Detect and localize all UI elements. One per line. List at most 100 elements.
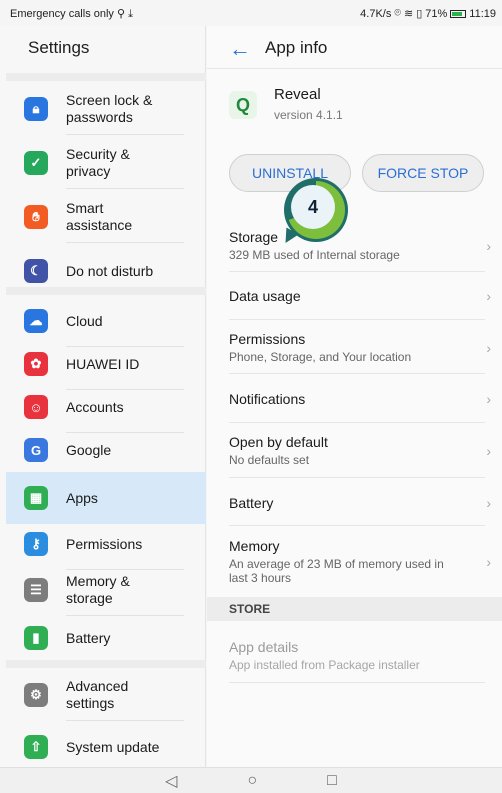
row-subtitle: An average of 23 MB of memory used in la… <box>229 557 444 585</box>
menu-item-label: Smart assistance <box>66 200 133 233</box>
row-subtitle: 329 MB used of Internal storage <box>229 248 400 262</box>
menu-item-label: Permissions <box>66 535 143 552</box>
download-icon: ⤓ <box>128 8 133 20</box>
settings-item-google[interactable]: G Google <box>6 424 206 476</box>
gear-icon: ⚙ <box>24 683 48 707</box>
chevron-right-icon: › <box>486 339 491 356</box>
settings-item-battery[interactable]: ▮ Battery <box>6 612 206 664</box>
notifications-row[interactable]: Notifications › <box>229 391 491 407</box>
data-usage-row[interactable]: Data usage › <box>229 288 491 304</box>
shield-icon: ✓ <box>24 151 48 175</box>
group-divider <box>6 287 206 295</box>
settings-item-memory-storage[interactable]: ☰ Memory & storage <box>6 564 206 616</box>
lock-icon: 🔒︎ <box>24 97 48 121</box>
battery-row[interactable]: Battery › <box>229 495 491 511</box>
chevron-right-icon: › <box>486 553 491 570</box>
menu-item-label: Battery <box>66 629 111 646</box>
menu-item-label: Memory & storage <box>66 573 130 606</box>
row-title: Battery <box>229 495 274 511</box>
home-nav-icon[interactable]: ○ <box>247 772 257 790</box>
force-stop-button[interactable]: FORCE STOP <box>362 154 484 192</box>
hand-icon: ✋︎ <box>24 205 48 229</box>
row-divider <box>229 319 485 320</box>
row-divider <box>229 525 485 526</box>
row-title: Notifications <box>229 391 306 407</box>
menu-item-label: Apps <box>66 489 98 506</box>
settings-item-smart-assistance[interactable]: ✋︎ Smart assistance <box>6 191 206 243</box>
back-arrow-icon[interactable]: ← <box>229 36 251 62</box>
menu-item-label: System update <box>66 738 160 755</box>
location-icon: ⌾ <box>394 7 401 19</box>
settings-title: Settings <box>28 38 90 57</box>
settings-item-permissions[interactable]: ⚷ Permissions <box>6 518 206 570</box>
app-name: Reveal <box>274 86 321 103</box>
open-by-default-row[interactable]: Open by default No defaults set › <box>229 434 491 467</box>
chevron-right-icon: › <box>486 237 491 254</box>
status-left: Emergency calls only ⚲ ⤓ <box>10 7 133 21</box>
usb-icon: ⚲ <box>117 8 129 20</box>
storage-icon: ☰ <box>24 578 48 602</box>
apps-icon: ▦ <box>24 486 48 510</box>
battery-icon <box>450 9 467 18</box>
row-divider <box>229 373 485 374</box>
menu-item-label: Do not disturb <box>66 262 154 279</box>
battery-percent: 71% <box>425 7 448 20</box>
menu-item-label: Google <box>66 441 112 458</box>
row-title: Storage <box>229 229 279 245</box>
menu-item-label: Advanced settings <box>66 678 129 711</box>
menu-divider <box>66 188 184 189</box>
recents-nav-icon[interactable]: □ <box>327 772 337 790</box>
menu-item-label: Cloud <box>66 312 103 329</box>
settings-item-apps[interactable]: ▦ Apps <box>6 472 206 524</box>
account-icon: ☺ <box>24 395 48 419</box>
back-nav-icon[interactable]: ◁ <box>165 771 177 791</box>
settings-item-system-update[interactable]: ⇧ System update <box>6 721 206 773</box>
memory-row[interactable]: Memory An average of 23 MB of memory use… <box>229 538 491 585</box>
status-right: 4.7K/s ⌾ ≋ ▯ 71% 11:19 <box>360 7 496 20</box>
battery-icon: ▮ <box>24 626 48 650</box>
reveal-app-icon: Q <box>229 91 257 119</box>
row-divider <box>229 422 485 423</box>
permissions-row[interactable]: Permissions Phone, Storage, and Your loc… <box>229 331 491 364</box>
emergency-text: Emergency calls only <box>10 8 114 20</box>
row-subtitle: No defaults set <box>229 453 310 467</box>
row-title: Data usage <box>229 288 301 304</box>
menu-divider <box>66 242 184 243</box>
sim-icon: ▯ <box>416 8 423 20</box>
clock: 11:19 <box>469 7 496 20</box>
chevron-right-icon: › <box>486 442 491 459</box>
huawei-icon: ✿ <box>24 352 48 376</box>
row-subtitle: App installed from Package installer <box>229 658 420 672</box>
settings-pane: Settings 🔒︎ Screen lock & passwords ✓ Se… <box>0 26 206 767</box>
app-info-pane: ← App info Q Reveal version 4.1.1 UNINST… <box>207 26 502 767</box>
store-section-header: STORE <box>207 597 502 621</box>
menu-item-label: HUAWEI ID <box>66 355 140 372</box>
chevron-right-icon: › <box>486 495 491 511</box>
wifi-icon: ≋ <box>403 8 414 20</box>
settings-item-security[interactable]: ✓ Security & privacy <box>6 137 206 189</box>
step-number: 4 <box>291 185 335 229</box>
menu-item-label: Security & privacy <box>66 146 130 179</box>
group-divider <box>6 660 206 668</box>
app-version: version 4.1.1 <box>274 108 343 122</box>
section-label: STORE <box>229 602 271 616</box>
chevron-right-icon: › <box>486 288 491 304</box>
row-divider <box>229 271 485 272</box>
row-title: Memory <box>229 538 280 554</box>
chevron-right-icon: › <box>486 391 491 407</box>
storage-row[interactable]: Storage 329 MB used of Internal storage … <box>229 229 491 262</box>
row-divider <box>229 682 485 683</box>
settings-item-screen-lock[interactable]: 🔒︎ Screen lock & passwords <box>6 83 206 135</box>
row-title: App details <box>229 639 299 655</box>
google-icon: G <box>24 438 48 462</box>
step-badge: 4 <box>284 178 348 242</box>
group-divider <box>6 73 206 81</box>
network-speed: 4.7K/s <box>360 7 392 20</box>
row-subtitle: Phone, Storage, and Your location <box>229 350 412 364</box>
cloud-icon: ☁︎ <box>24 309 48 333</box>
menu-divider <box>66 134 184 135</box>
moon-icon: ☾ <box>24 259 48 283</box>
row-title: Permissions <box>229 331 306 347</box>
key-icon: ⚷ <box>24 532 48 556</box>
settings-item-advanced[interactable]: ⚙ Advanced settings <box>6 669 206 721</box>
